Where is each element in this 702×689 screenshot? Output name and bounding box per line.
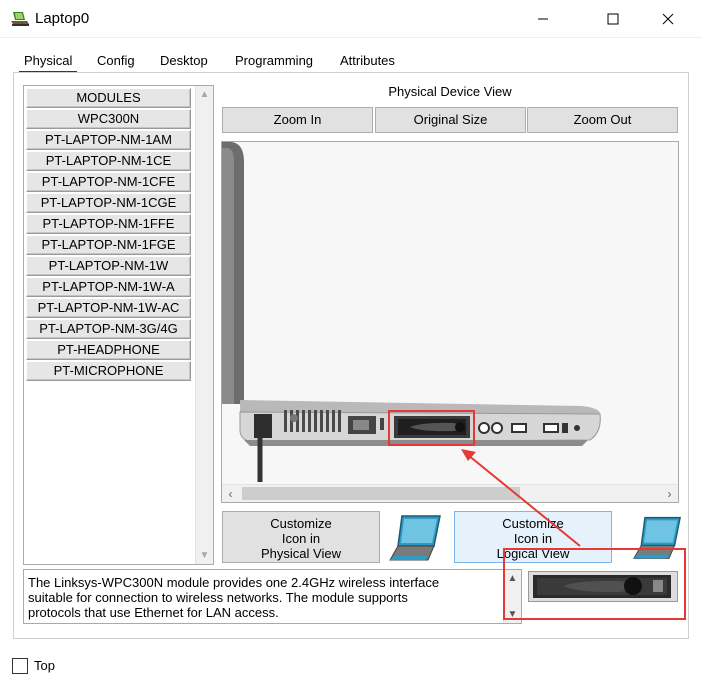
window-title: Laptop0: [35, 10, 90, 27]
physical-device-view[interactable]: ‹ ›: [221, 141, 679, 503]
customize-logical-line-2: Icon in: [513, 531, 553, 546]
module-item-3g-4g[interactable]: PT-LAPTOP-NM-3G/4G: [26, 319, 191, 339]
module-description: The Linksys-WPC300N module provides one …: [23, 569, 522, 624]
title-bar: Laptop0: [0, 0, 702, 38]
module-item-1am[interactable]: PT-LAPTOP-NM-1AM: [26, 130, 191, 150]
wpc300n-card-image: [533, 575, 671, 598]
laptop-logical-icon: [633, 516, 681, 559]
customize-logical-icon-button[interactable]: Customize Icon in Logical View: [454, 511, 612, 563]
desc-scroll-up-icon[interactable]: ▲: [504, 570, 521, 587]
module-list-scrollbar[interactable]: ▲ ▼: [195, 86, 213, 564]
scroll-left-icon[interactable]: ‹: [222, 485, 239, 502]
scroll-up-icon[interactable]: ▲: [196, 86, 213, 103]
customize-logical-line-3: Logical View: [496, 546, 570, 561]
tab-physical[interactable]: Physical: [19, 50, 78, 74]
zoom-in-button[interactable]: Zoom In: [222, 107, 373, 133]
maximize-button[interactable]: [590, 0, 636, 38]
device-view-hscrollbar[interactable]: ‹ ›: [222, 484, 678, 502]
scroll-thumb[interactable]: [242, 487, 520, 500]
description-line-2: suitable for connection to wireless netw…: [28, 590, 408, 605]
desc-scroll-down-icon[interactable]: ▼: [504, 606, 521, 623]
customize-logical-line-1: Customize: [502, 516, 564, 531]
module-item-wpc300n[interactable]: WPC300N: [26, 109, 191, 129]
tab-config[interactable]: Config: [92, 50, 140, 74]
customize-physical-line-3: Physical View: [261, 546, 341, 561]
minimize-button[interactable]: [520, 0, 566, 38]
module-item-microphone[interactable]: PT-MICROPHONE: [26, 361, 191, 381]
module-item-1ffe[interactable]: PT-LAPTOP-NM-1FFE: [26, 214, 191, 234]
module-item-1cfe[interactable]: PT-LAPTOP-NM-1CFE: [26, 172, 191, 192]
minimize-icon: [538, 18, 548, 20]
top-label: Top: [34, 658, 55, 673]
module-thumbnail: [528, 571, 678, 602]
close-icon: [662, 13, 674, 25]
laptop-side-image: [222, 142, 601, 482]
tab-desktop[interactable]: Desktop: [155, 50, 213, 74]
tab-programming[interactable]: Programming: [230, 50, 318, 74]
close-button[interactable]: [645, 0, 691, 38]
scroll-down-icon[interactable]: ▼: [196, 547, 213, 564]
description-scrollbar[interactable]: ▲ ▼: [503, 570, 521, 623]
customize-physical-icon-button[interactable]: Customize Icon in Physical View: [222, 511, 380, 563]
customize-physical-line-1: Customize: [270, 516, 332, 531]
module-item-1w[interactable]: PT-LAPTOP-NM-1W: [26, 256, 191, 276]
physical-device-view-title: Physical Device View: [388, 84, 512, 99]
maximize-icon: [607, 13, 619, 25]
description-line-3: protocols that use Ethernet for LAN acce…: [28, 605, 279, 620]
module-item-1fge[interactable]: PT-LAPTOP-NM-1FGE: [26, 235, 191, 255]
tab-attributes[interactable]: Attributes: [335, 50, 400, 74]
top-checkbox[interactable]: [12, 658, 28, 674]
module-list: MODULES WPC300N PT-LAPTOP-NM-1AM PT-LAPT…: [23, 85, 214, 565]
module-item-headphone[interactable]: PT-HEADPHONE: [26, 340, 191, 360]
module-item-1w-a[interactable]: PT-LAPTOP-NM-1W-A: [26, 277, 191, 297]
laptop-icon: [389, 515, 441, 561]
module-item-1ce[interactable]: PT-LAPTOP-NM-1CE: [26, 151, 191, 171]
laptop-app-icon: [11, 12, 29, 26]
module-item-1cge[interactable]: PT-LAPTOP-NM-1CGE: [26, 193, 191, 213]
zoom-out-button[interactable]: Zoom Out: [527, 107, 678, 133]
scroll-right-icon[interactable]: ›: [661, 485, 678, 502]
module-item-1w-ac[interactable]: PT-LAPTOP-NM-1W-AC: [26, 298, 191, 318]
module-header: MODULES: [26, 88, 191, 108]
original-size-button[interactable]: Original Size: [375, 107, 526, 133]
description-line-1: The Linksys-WPC300N module provides one …: [28, 575, 440, 590]
customize-physical-line-2: Icon in: [281, 531, 321, 546]
